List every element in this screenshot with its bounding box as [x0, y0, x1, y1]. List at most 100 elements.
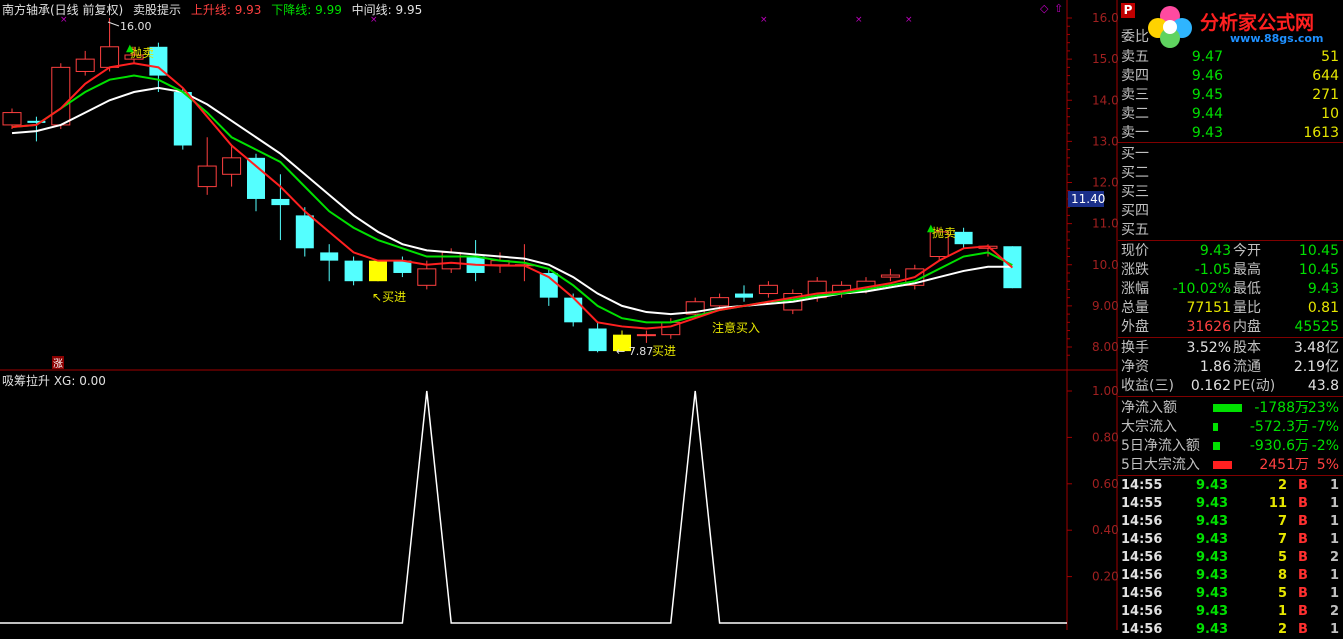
svg-text:×: × [760, 15, 768, 25]
trade-row[interactable]: 14:56 9.43 2 B 1 [1118, 621, 1343, 639]
ind-tick-label: 0.60 [1092, 477, 1119, 491]
trade-price: 9.43 [1196, 604, 1229, 619]
xg-line [0, 390, 1067, 624]
stat2-value: 3.52% [1186, 340, 1231, 356]
low-price-label: ← 7.87 [616, 345, 653, 358]
bid-label: 买四 [1121, 203, 1149, 219]
stat-label-2: 今开 [1233, 243, 1261, 259]
sep-1 [1118, 142, 1343, 143]
quote-panel: P 委比 卖五 9.47 51 卖四 9.46 644 卖三 9.45 271 卖二 … [1118, 0, 1343, 637]
candle-body [344, 260, 363, 282]
trade-side: B [1298, 622, 1308, 637]
trade-row[interactable]: 14:56 9.43 1 B 2 [1118, 603, 1343, 621]
bid-row: 买一 [1118, 145, 1343, 163]
candle-body [173, 92, 192, 146]
trade-row[interactable]: 14:56 9.43 7 B 1 [1118, 513, 1343, 531]
moving-lines [11, 62, 1014, 330]
ask-price: 9.44 [1191, 106, 1223, 122]
stat-label: 现价 [1121, 243, 1149, 259]
trade-price: 9.43 [1196, 514, 1229, 529]
chart-title-bar: 南方轴承(日线 前复权) 卖股提示 上升线: 9.93 下降线: 9.99 中间… [2, 1, 428, 17]
trade-volume: 11 [1268, 496, 1287, 511]
ask-label: 卖三 [1121, 87, 1149, 103]
p-badge[interactable]: P [1121, 3, 1135, 18]
bid-row: 买四 [1118, 202, 1343, 220]
trade-time: 14:56 [1121, 550, 1163, 565]
candle-body [564, 297, 583, 323]
stat-value: 9.43 [1199, 243, 1231, 259]
cursor-price: 11.40 [1071, 192, 1105, 206]
high-price-label: 16.00 [120, 20, 152, 33]
trade-time: 14:55 [1121, 496, 1163, 511]
ind-tick-label: 0.80 [1092, 430, 1119, 444]
ask-volume: 644 [1312, 68, 1339, 84]
stat-label: 总量 [1121, 300, 1149, 316]
trade-row[interactable]: 14:55 9.43 2 B 1 [1118, 477, 1343, 495]
attention-buy-signal: 注意买入 [712, 320, 760, 335]
trade-row[interactable]: 14:56 9.43 5 B 2 [1118, 549, 1343, 567]
diamond-icon: ◇ [1040, 2, 1049, 15]
sell-arrow-1: ▲ [126, 43, 134, 54]
candle-body [954, 231, 973, 245]
stat-label-2: 最低 [1233, 281, 1261, 297]
trade-volume: 1 [1277, 604, 1287, 619]
flow-pct: 5% [1316, 457, 1339, 473]
stat2-row: 净资 1.86 流通 2.19亿 [1118, 358, 1343, 376]
ask-volume: 1613 [1303, 125, 1339, 141]
trade-row[interactable]: 14:56 9.43 7 B 1 [1118, 531, 1343, 549]
sep-5 [1118, 475, 1343, 476]
trade-price: 9.43 [1196, 478, 1229, 493]
trade-side: B [1298, 550, 1308, 565]
trade-count: 1 [1329, 586, 1339, 601]
ind-tick-label: 1.00 [1092, 384, 1119, 398]
site-logo: 分析家公式网 www.88gs.com [1140, 2, 1343, 48]
sell-signal-2: 抛卖 [932, 225, 956, 240]
candle-body [100, 46, 120, 68]
ask-row: 卖四 9.46 644 [1118, 67, 1343, 85]
stat-row: 外盘 31626 内盘 45525 [1118, 318, 1343, 336]
stat-value: 31626 [1186, 319, 1231, 335]
candle-body [441, 251, 461, 270]
bid-row: 买三 [1118, 183, 1343, 201]
trade-count: 1 [1329, 568, 1339, 583]
candles [2, 18, 1022, 353]
trade-row[interactable]: 14:55 9.43 11 B 1 [1118, 495, 1343, 513]
indicator-pane-title: 吸筹拉升 XG: 0.00 [2, 374, 106, 388]
limit-up-badge-text: 涨 [53, 358, 63, 370]
trade-row[interactable]: 14:56 9.43 5 B 1 [1118, 585, 1343, 603]
mid-line [11, 86, 1013, 316]
trade-count: 1 [1329, 622, 1339, 637]
stat2-label-2: 流通 [1233, 359, 1261, 375]
ask-price: 9.47 [1191, 49, 1223, 65]
ask-label: 卖二 [1121, 106, 1149, 122]
flow-label: 5日净流入额 [1121, 438, 1200, 454]
arrow-up-icon: ⇧ [1054, 2, 1063, 15]
trade-price: 9.43 [1196, 568, 1229, 583]
trade-price: 9.43 [1196, 622, 1229, 637]
stat2-label-2: PE(动) [1233, 378, 1276, 394]
stat-label: 外盘 [1121, 319, 1149, 335]
trade-volume: 7 [1277, 514, 1287, 529]
flow-value: 2451万 [1259, 457, 1309, 473]
candle-body [417, 268, 437, 286]
trade-side: B [1298, 568, 1308, 583]
stat2-value: 0.162 [1190, 378, 1231, 394]
stat2-label-2: 股本 [1233, 340, 1261, 356]
ask-label: 卖四 [1121, 68, 1149, 84]
trade-time: 14:56 [1121, 514, 1163, 529]
candle-body [197, 165, 217, 188]
stat-value: -10.02% [1172, 281, 1231, 297]
ask-row: 卖二 9.44 10 [1118, 105, 1343, 123]
stat-value: -1.05 [1194, 262, 1231, 278]
flow-pct: -23% [1302, 400, 1339, 416]
sep-3 [1118, 337, 1343, 338]
trade-volume: 5 [1277, 550, 1287, 565]
ask-row: 卖一 9.43 1613 [1118, 124, 1343, 142]
flow-label: 5日大宗流入 [1121, 457, 1200, 473]
ask-price: 9.45 [1191, 87, 1223, 103]
flow-bar [1213, 461, 1232, 469]
ask-row: 卖五 9.47 51 [1118, 48, 1343, 66]
up-line-value: 上升线: 9.93 [190, 3, 262, 17]
bid-label: 买二 [1121, 165, 1149, 181]
trade-row[interactable]: 14:56 9.43 8 B 1 [1118, 567, 1343, 585]
